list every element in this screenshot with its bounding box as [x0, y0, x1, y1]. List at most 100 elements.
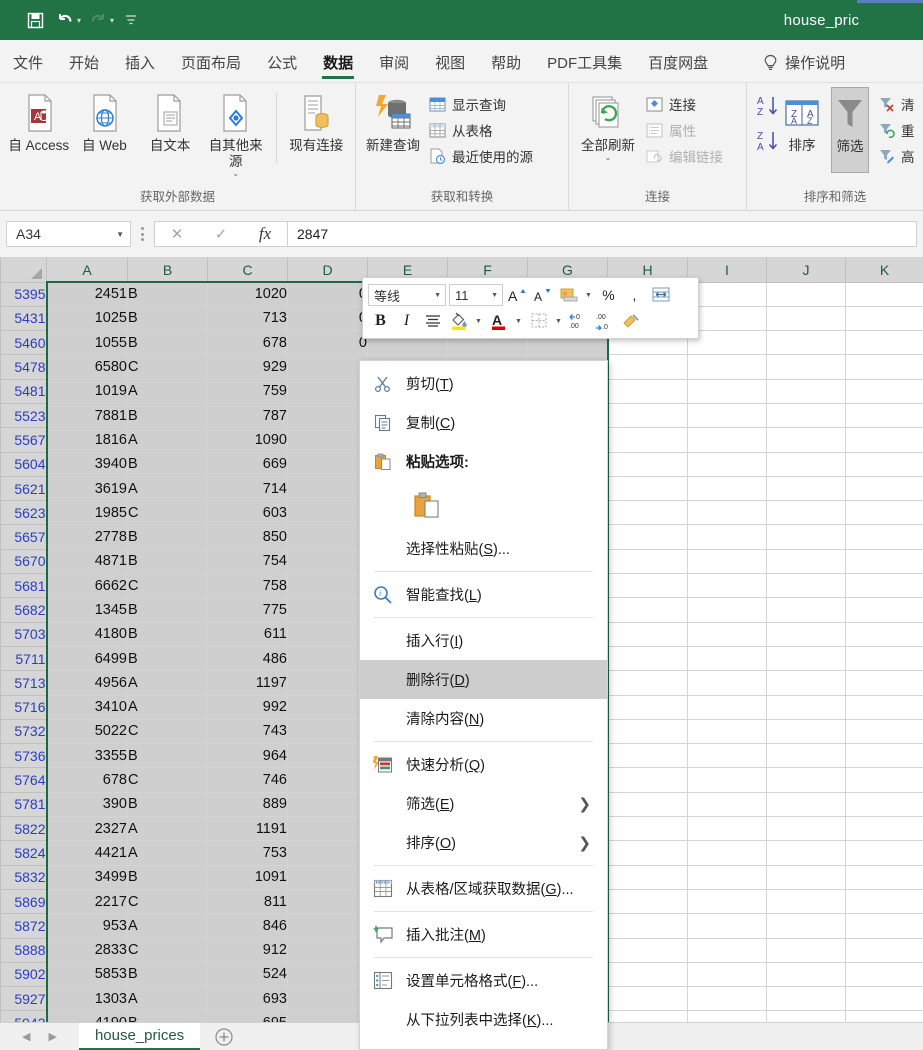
row-header[interactable]: 5621 [0, 475, 47, 502]
menu-item-14[interactable]: 排序(O) ❯ [360, 823, 607, 862]
grid-cell[interactable] [845, 500, 923, 526]
font-size-chevron-icon[interactable]: ▼ [491, 292, 498, 299]
filter-button[interactable]: 筛选 [831, 87, 869, 173]
grid-cell[interactable] [607, 743, 688, 769]
row-header[interactable]: 5460 [0, 330, 47, 356]
grid-cell[interactable] [845, 962, 923, 988]
grid-cell[interactable]: 0 [287, 622, 368, 647]
grid-cell[interactable] [687, 889, 767, 915]
grid-cell[interactable] [687, 767, 767, 793]
grid-cell[interactable] [766, 986, 846, 1012]
row-header[interactable]: 5736 [0, 743, 47, 769]
grid-cell[interactable]: 4421 [45, 840, 128, 866]
borders-button[interactable] [526, 309, 551, 333]
add-sheet-button[interactable] [200, 1023, 248, 1050]
grid-cell[interactable]: 0 [287, 330, 368, 356]
grid-cell[interactable] [845, 767, 923, 793]
grid-cell[interactable]: A [127, 695, 208, 720]
menu-item-4[interactable]: 选择性粘贴(S)... [360, 529, 607, 568]
row-header[interactable]: 5832 [0, 864, 47, 890]
grid-cell[interactable] [766, 792, 846, 818]
grid-cell[interactable]: 0 [287, 913, 368, 939]
grid-cell[interactable]: 2833 [45, 938, 128, 963]
grid-cell[interactable]: 1019 [45, 379, 128, 404]
fx-icon[interactable]: fx [243, 222, 287, 246]
grid-cell[interactable]: 2778 [45, 524, 128, 550]
row-header[interactable]: 5732 [0, 718, 47, 745]
grid-cell[interactable] [845, 524, 923, 550]
grid-cell[interactable]: 0 [287, 840, 368, 866]
grid-cell[interactable]: 964 [207, 743, 288, 769]
grid-cell[interactable] [687, 719, 767, 745]
grid-cell[interactable] [687, 524, 767, 550]
row-header[interactable]: 5764 [0, 767, 47, 793]
grid-cell[interactable] [845, 452, 923, 477]
grid-cell[interactable]: B [127, 452, 208, 477]
ribbon-tab-home[interactable]: 开始 [56, 48, 112, 82]
grid-cell[interactable]: 0 [287, 306, 368, 332]
grid-cell[interactable] [766, 840, 846, 866]
grid-cell[interactable] [687, 330, 767, 356]
align-center-button[interactable] [420, 309, 445, 333]
grid-cell[interactable] [766, 816, 846, 842]
ribbon-tab-file[interactable]: 文件 [0, 48, 56, 82]
grid-cell[interactable]: 0 [287, 452, 368, 477]
grid-cell[interactable]: 695 [207, 1010, 288, 1022]
row-header[interactable]: 5703 [0, 621, 47, 647]
menu-item-20[interactable]: 设置单元格格式(F)... [360, 961, 607, 1000]
grid-cell[interactable] [607, 354, 688, 380]
grid-cell[interactable]: 929 [207, 354, 288, 380]
from-access-button[interactable]: A 自 Access [6, 87, 72, 154]
grid-cell[interactable]: B [127, 1010, 208, 1022]
grid-cell[interactable]: B [127, 330, 208, 356]
show-queries-button[interactable]: 显示查询 [424, 92, 538, 116]
sort-ascending-button[interactable]: AZ [755, 93, 781, 124]
grid-cell[interactable]: 4190 [45, 1010, 128, 1022]
grid-cell[interactable] [845, 306, 923, 332]
grid-cell[interactable] [607, 622, 688, 647]
grid-cell[interactable] [766, 889, 846, 915]
ribbon-tab-help[interactable]: 帮助 [478, 48, 534, 82]
grid-cell[interactable] [845, 427, 923, 453]
grid-cell[interactable]: 0 [287, 695, 368, 720]
grid-cell[interactable]: A [127, 913, 208, 939]
menu-item-12[interactable]: 快速分析(Q) [360, 745, 607, 784]
grid-cell[interactable]: 669 [207, 452, 288, 477]
grid-cell[interactable] [845, 670, 923, 696]
grid-cell[interactable]: 693 [207, 986, 288, 1012]
row-header[interactable]: 5657 [0, 524, 47, 550]
bold-button[interactable]: B [368, 309, 393, 333]
grid-cell[interactable]: 0 [287, 743, 368, 769]
grid-cell[interactable] [607, 452, 688, 477]
grid-cell[interactable]: 0 [287, 767, 368, 793]
paste-all-icon[interactable] [410, 488, 444, 522]
grid-cell[interactable]: A [127, 816, 208, 842]
grid-cell[interactable] [845, 743, 923, 769]
row-header[interactable]: 5902 [0, 961, 47, 988]
grid-cell[interactable] [845, 1010, 923, 1022]
grid-cell[interactable] [845, 476, 923, 502]
grid-cell[interactable]: B [127, 743, 208, 769]
confirm-icon[interactable]: ✓ [199, 222, 243, 246]
grid-cell[interactable]: 714 [207, 476, 288, 502]
connections-button[interactable]: 连接 [641, 92, 728, 116]
increase-decimal-button[interactable]: .00 .0 [592, 309, 617, 333]
grid-cell[interactable] [766, 354, 846, 380]
column-header-B[interactable]: B [127, 258, 208, 283]
grid-cell[interactable] [766, 646, 846, 672]
grid-cell[interactable] [607, 476, 688, 502]
grid-cell[interactable]: 678 [45, 767, 128, 793]
grid-cell[interactable] [766, 549, 846, 575]
grid-cell[interactable] [766, 719, 846, 745]
fill-color-button[interactable] [446, 309, 471, 333]
grid-cell[interactable]: 6499 [45, 646, 128, 672]
column-header-K[interactable]: K [845, 258, 923, 283]
ribbon-tab-pdf-tools[interactable]: PDF工具集 [534, 48, 635, 82]
grid-cell[interactable]: C [127, 354, 208, 380]
font-color-button[interactable]: A [486, 309, 511, 333]
wrap-text-button[interactable] [648, 283, 673, 307]
grid-cell[interactable]: 0 [287, 280, 368, 307]
grid-cell[interactable] [845, 816, 923, 842]
grid-cell[interactable]: 0 [287, 865, 368, 890]
row-header[interactable]: 5682 [0, 597, 47, 623]
